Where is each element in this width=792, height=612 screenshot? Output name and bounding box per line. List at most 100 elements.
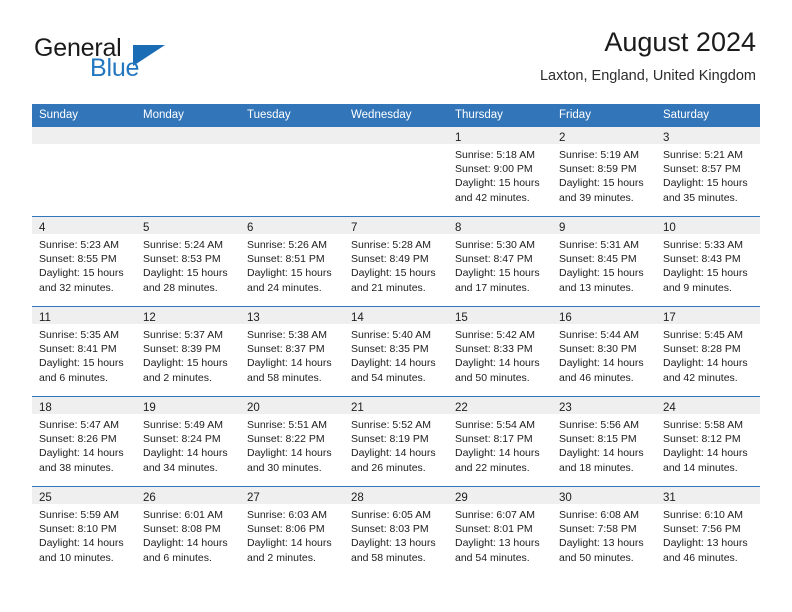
sunrise-text: Sunrise: 5:24 AM [143,239,223,251]
day-number-band: 28 [344,487,448,504]
calendar-day-cell[interactable]: 28 Sunrise: 6:05 AM Sunset: 8:03 PM Dayligh… [344,487,448,576]
calendar-day-cell[interactable]: 23 Sunrise: 5:56 AM Sunset: 8:15 PM Dayligh… [552,397,656,486]
calendar-day-cell[interactable]: 27 Sunrise: 6:03 AM Sunset: 8:06 PM Dayligh… [240,487,344,576]
sunrise-text: Sunrise: 5:21 AM [663,149,743,161]
weekday-header-row: Sunday Monday Tuesday Wednesday Thursday Frid… [32,104,760,127]
day-details: Sunrise: 5:56 AM Sunset: 8:15 PM Daylight:… [552,414,656,486]
daylight-text: Daylight: 15 hours [143,267,228,280]
sunset-text: Sunset: 9:00 PM [455,163,533,176]
calendar-day-cell[interactable]: 12 Sunrise: 5:37 AM Sunset: 8:39 PM Dayligh… [136,307,240,396]
day-number: 3 [663,132,670,144]
calendar-day-cell[interactable]: 17 Sunrise: 5:45 AM Sunset: 8:28 PM Dayligh… [656,307,760,396]
sunset-text: Sunset: 8:15 PM [559,433,637,446]
daylight-text: Daylight: 15 hours [39,357,124,370]
day-number: 24 [663,402,676,414]
calendar-week-row: 18 Sunrise: 5:47 AM Sunset: 8:26 PM Dayligh… [32,396,760,486]
daylight-text-cont: and 17 minutes. [455,281,530,294]
daylight-text-cont: and 58 minutes. [351,551,426,564]
sunrise-text: Sunrise: 6:01 AM [143,509,223,521]
calendar-day-cell[interactable]: 21 Sunrise: 5:52 AM Sunset: 8:19 PM Dayligh… [344,397,448,486]
day-number-band: 12 [136,307,240,324]
sunset-text: Sunset: 8:28 PM [663,343,741,356]
day-details: Sunrise: 5:58 AM Sunset: 8:12 PM Daylight:… [656,414,760,486]
day-details: Sunrise: 5:24 AM Sunset: 8:53 PM Daylight:… [136,234,240,306]
calendar-day-cell[interactable]: 31 Sunrise: 6:10 AM Sunset: 7:56 PM Dayligh… [656,487,760,576]
day-number-band: 26 [136,487,240,504]
calendar-day-cell[interactable]: 13 Sunrise: 5:38 AM Sunset: 8:37 PM Dayligh… [240,307,344,396]
daylight-text-cont: and 50 minutes. [455,371,530,384]
calendar-day-cell[interactable]: 11 Sunrise: 5:35 AM Sunset: 8:41 PM Dayligh… [32,307,136,396]
calendar-day-cell[interactable]: 24 Sunrise: 5:58 AM Sunset: 8:12 PM Dayligh… [656,397,760,486]
day-details: Sunrise: 5:51 AM Sunset: 8:22 PM Daylight:… [240,414,344,486]
sunset-text: Sunset: 8:41 PM [39,343,117,356]
sunrise-text: Sunrise: 5:44 AM [559,329,639,341]
page-title: August 2024 [604,27,756,57]
general-blue-logo[interactable]: General Blue [34,34,244,84]
sunrise-text: Sunrise: 6:05 AM [351,509,431,521]
day-number-band: 11 [32,307,136,324]
calendar-day-cell[interactable]: 15 Sunrise: 5:42 AM Sunset: 8:33 PM Dayligh… [448,307,552,396]
day-details: Sunrise: 5:30 AM Sunset: 8:47 PM Daylight:… [448,234,552,306]
day-number-band: 24 [656,397,760,414]
calendar-day-cell[interactable]: 2 Sunrise: 5:19 AM Sunset: 8:59 PM Daylight… [552,127,656,216]
calendar-day-cell[interactable]: 25 Sunrise: 5:59 AM Sunset: 8:10 PM Dayligh… [32,487,136,576]
daylight-text: Daylight: 14 hours [247,357,332,370]
page-subtitle: Laxton, England, United Kingdom [539,68,756,84]
day-number-band: 18 [32,397,136,414]
calendar-day-cell[interactable]: 1 Sunrise: 5:18 AM Sunset: 9:00 PM Daylight… [448,127,552,216]
day-details: Sunrise: 5:54 AM Sunset: 8:17 PM Daylight:… [448,414,552,486]
day-number-band: 20 [240,397,344,414]
day-details: Sunrise: 5:52 AM Sunset: 8:19 PM Daylight:… [344,414,448,486]
calendar-day-cell[interactable]: 8 Sunrise: 5:30 AM Sunset: 8:47 PM Daylight… [448,217,552,306]
day-details: Sunrise: 5:26 AM Sunset: 8:51 PM Daylight:… [240,234,344,306]
day-details: Sunrise: 5:33 AM Sunset: 8:43 PM Daylight:… [656,234,760,306]
weekday-header-monday: Monday [143,109,184,121]
day-number: 12 [143,312,156,324]
calendar-day-cell[interactable]: 16 Sunrise: 5:44 AM Sunset: 8:30 PM Dayligh… [552,307,656,396]
daylight-text: Daylight: 15 hours [455,177,540,190]
day-number-band: 6 [240,217,344,234]
calendar-grid: Sunday Monday Tuesday Wednesday Thursday Frid… [32,104,760,576]
daylight-text-cont: and 9 minutes. [663,281,732,294]
day-number: 16 [559,312,572,324]
calendar-day-cell[interactable]: 5 Sunrise: 5:24 AM Sunset: 8:53 PM Daylight… [136,217,240,306]
day-number-band: 10 [656,217,760,234]
day-number-band: 27 [240,487,344,504]
day-number-band [240,127,344,144]
day-number: 6 [247,222,254,234]
calendar-weeks: 1 Sunrise: 5:18 AM Sunset: 9:00 PM Daylight… [32,127,760,576]
day-number: 19 [143,402,156,414]
calendar-day-cell[interactable]: 18 Sunrise: 5:47 AM Sunset: 8:26 PM Dayligh… [32,397,136,486]
sunrise-text: Sunrise: 5:59 AM [39,509,119,521]
daylight-text: Daylight: 14 hours [247,537,332,550]
calendar-day-cell[interactable]: 29 Sunrise: 6:07 AM Sunset: 8:01 PM Dayligh… [448,487,552,576]
calendar-day-cell[interactable]: 6 Sunrise: 5:26 AM Sunset: 8:51 PM Daylight… [240,217,344,306]
day-number: 18 [39,402,52,414]
calendar-day-cell[interactable]: 22 Sunrise: 5:54 AM Sunset: 8:17 PM Dayligh… [448,397,552,486]
day-number-band: 19 [136,397,240,414]
calendar-day-cell[interactable]: 9 Sunrise: 5:31 AM Sunset: 8:45 PM Daylight… [552,217,656,306]
sunrise-text: Sunrise: 5:56 AM [559,419,639,431]
day-number: 30 [559,492,572,504]
calendar-day-cell[interactable]: 20 Sunrise: 5:51 AM Sunset: 8:22 PM Dayligh… [240,397,344,486]
title-block: August 2024 Laxton, England, United King… [540,26,756,86]
calendar-day-cell[interactable]: 10 Sunrise: 5:33 AM Sunset: 8:43 PM Dayligh… [656,217,760,306]
daylight-text-cont: and 18 minutes. [559,461,634,474]
calendar-day-cell[interactable]: 4 Sunrise: 5:23 AM Sunset: 8:55 PM Daylight… [32,217,136,306]
calendar-day-cell[interactable]: 30 Sunrise: 6:08 AM Sunset: 7:58 PM Dayligh… [552,487,656,576]
daylight-text: Daylight: 15 hours [247,267,332,280]
calendar-day-cell[interactable]: 3 Sunrise: 5:21 AM Sunset: 8:57 PM Daylight… [656,127,760,216]
weekday-header-sunday: Sunday [39,109,79,121]
daylight-text-cont: and 46 minutes. [663,551,738,564]
day-number-band: 7 [344,217,448,234]
weekday-header-friday: Friday [559,109,591,121]
calendar-day-cell[interactable]: 26 Sunrise: 6:01 AM Sunset: 8:08 PM Dayligh… [136,487,240,576]
day-number-band [344,127,448,144]
day-number: 14 [351,312,364,324]
calendar-day-cell[interactable]: 7 Sunrise: 5:28 AM Sunset: 8:49 PM Daylight… [344,217,448,306]
calendar-day-cell-empty [136,127,240,216]
day-number-band: 21 [344,397,448,414]
calendar-day-cell[interactable]: 14 Sunrise: 5:40 AM Sunset: 8:35 PM Dayligh… [344,307,448,396]
calendar-day-cell[interactable]: 19 Sunrise: 5:49 AM Sunset: 8:24 PM Dayligh… [136,397,240,486]
sunrise-text: Sunrise: 6:07 AM [455,509,535,521]
